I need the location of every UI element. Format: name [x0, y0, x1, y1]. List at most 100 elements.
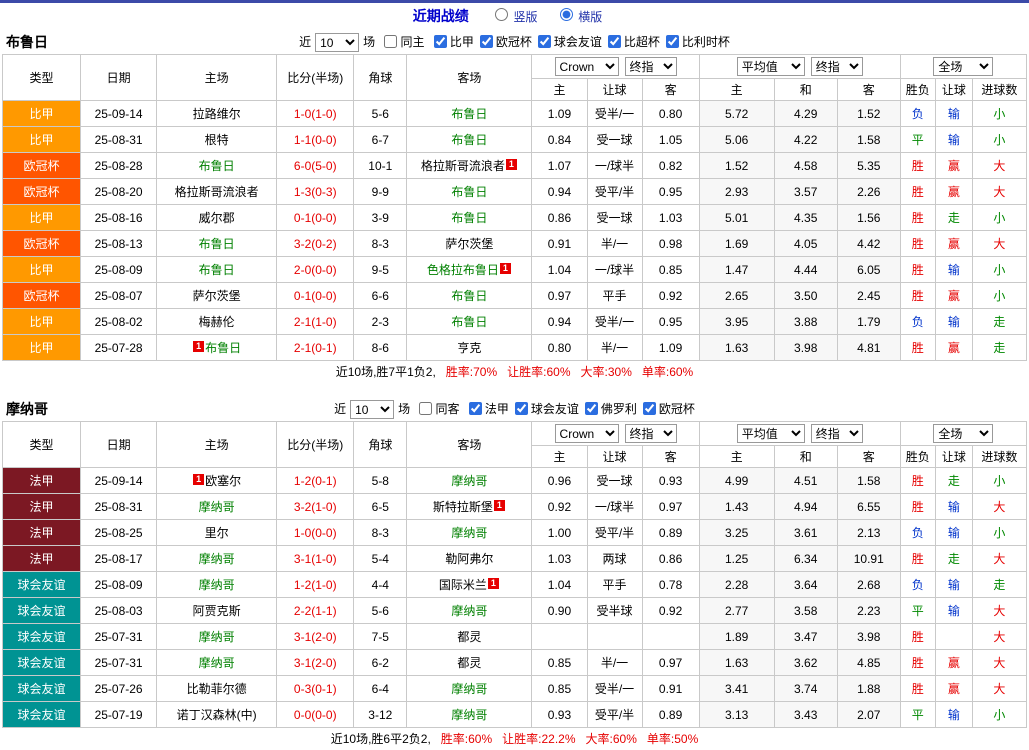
team-label: 布鲁日	[451, 289, 487, 303]
corner-cell: 5-4	[354, 546, 407, 572]
league-checkbox[interactable]	[608, 35, 621, 48]
euro-index-select[interactable]: 终指	[811, 57, 863, 76]
league-label: 球会友谊	[554, 35, 602, 49]
asian-handicap-line: 受平/半	[587, 702, 642, 728]
date-cell: 25-08-20	[81, 179, 157, 205]
home-team-cell: 摩纳哥	[157, 624, 277, 650]
handicap-result-cell: 赢	[935, 650, 972, 676]
asian-index-select[interactable]: 终指	[625, 424, 677, 443]
league-checkbox[interactable]	[480, 35, 493, 48]
result-cell: 胜	[900, 546, 935, 572]
league-checkbox[interactable]	[469, 402, 482, 415]
horizontal-layout-radio[interactable]	[560, 8, 573, 21]
asian-away-odds: 0.80	[642, 101, 699, 127]
horizontal-layout-label[interactable]: 横版	[578, 10, 602, 24]
team-label: 根特	[205, 133, 229, 147]
goals-result-cell: 小	[972, 205, 1026, 231]
euro-home-odds: 1.47	[699, 257, 774, 283]
league-checkbox[interactable]	[585, 402, 598, 415]
euro-away-odds: 6.05	[837, 257, 900, 283]
asian-index-select[interactable]: 终指	[625, 57, 677, 76]
league-type-badge: 球会友谊	[3, 702, 81, 728]
asian-home-odds: 1.03	[532, 546, 587, 572]
corner-cell: 6-6	[354, 283, 407, 309]
euro-avg-select[interactable]: 平均值	[737, 424, 805, 443]
team-label: 都灵	[457, 630, 481, 644]
date-cell: 25-08-16	[81, 205, 157, 231]
results-table: 类型 日期 主场 比分(半场) 角球 客场 Crown终指 平均值终指 全场 主…	[2, 421, 1027, 728]
league-checkbox[interactable]	[538, 35, 551, 48]
match-row: 球会友谊25-08-03阿贾克斯2-2(1-1)5-6摩纳哥0.90受半球0.9…	[3, 598, 1027, 624]
page-title: 近期战绩	[413, 8, 469, 24]
away-team-cell: 萨尔茨堡	[407, 231, 532, 257]
handicap-result-cell: 走	[935, 468, 972, 494]
corner-cell: 9-9	[354, 179, 407, 205]
corner-cell: 8-3	[354, 520, 407, 546]
col-euro-home: 主	[699, 446, 774, 468]
date-cell: 25-07-26	[81, 676, 157, 702]
games-label: 场	[363, 35, 375, 49]
vertical-layout-radio[interactable]	[495, 8, 508, 21]
asian-away-odds: 0.89	[642, 702, 699, 728]
league-checkbox[interactable]	[666, 35, 679, 48]
euro-avg-select[interactable]: 平均值	[737, 57, 805, 76]
asian-home-odds: 0.96	[532, 468, 587, 494]
goals-result-cell: 大	[972, 179, 1026, 205]
record-summary: 近10场,胜7平1负2,胜率:70%让胜率:60%大率:30%单率:60%	[0, 361, 1029, 383]
vertical-layout-label[interactable]: 竖版	[513, 10, 537, 24]
result-cell: 胜	[900, 624, 935, 650]
scope-select[interactable]: 全场	[933, 57, 993, 76]
team-label: 都灵	[457, 656, 481, 670]
league-type-badge: 法甲	[3, 546, 81, 572]
league-checkbox[interactable]	[643, 402, 656, 415]
euro-away-odds: 5.35	[837, 153, 900, 179]
handicap-result-cell: 输	[935, 309, 972, 335]
games-label: 场	[398, 402, 410, 416]
home-team-cell: 萨尔茨堡	[157, 283, 277, 309]
match-count-select[interactable]: 10	[350, 400, 394, 419]
asian-handicap-line: 半/一	[587, 335, 642, 361]
red-card-badge: 1	[488, 578, 499, 589]
date-cell: 25-08-07	[81, 283, 157, 309]
asian-handicap-line: 平手	[587, 283, 642, 309]
euro-home-odds: 1.43	[699, 494, 774, 520]
euro-home-odds: 3.25	[699, 520, 774, 546]
match-count-select[interactable]: 10	[315, 33, 359, 52]
bookmaker-select[interactable]: Crown	[555, 57, 619, 76]
summary-stat: 胜率:60%	[441, 732, 492, 746]
same-venue-label: 同客	[435, 402, 459, 416]
team-label: 摩纳哥	[451, 604, 487, 618]
same-venue-checkbox[interactable]	[384, 35, 397, 48]
goals-result-cell: 小	[972, 283, 1026, 309]
same-venue-checkbox[interactable]	[419, 402, 432, 415]
asian-home-odds: 0.93	[532, 702, 587, 728]
away-team-cell: 布鲁日	[407, 309, 532, 335]
asian-away-odds: 0.97	[642, 650, 699, 676]
away-team-cell: 摩纳哥	[407, 676, 532, 702]
handicap-result-cell: 输	[935, 572, 972, 598]
summary-stat: 单率:60%	[642, 365, 693, 379]
scope-select[interactable]: 全场	[933, 424, 993, 443]
league-type-badge: 欧冠杯	[3, 283, 81, 309]
team-label: 格拉斯哥流浪者	[175, 185, 259, 199]
col-type: 类型	[3, 55, 81, 101]
league-checkbox[interactable]	[434, 35, 447, 48]
asian-away-odds: 1.05	[642, 127, 699, 153]
euro-draw-odds: 3.50	[774, 283, 837, 309]
euro-away-odds: 1.58	[837, 468, 900, 494]
col-result: 胜负	[900, 79, 935, 101]
summary-stats: 胜率:70%让胜率:60%大率:30%单率:60%	[436, 365, 693, 379]
league-checkbox[interactable]	[515, 402, 528, 415]
team-name: 布鲁日	[6, 30, 48, 54]
summary-stat: 大率:60%	[586, 732, 637, 746]
asian-away-odds	[642, 624, 699, 650]
filter-bar: 近10场 同客 法甲球会友谊佛罗利欧冠杯	[0, 397, 1029, 421]
team-label: 摩纳哥	[199, 578, 235, 592]
bookmaker-select[interactable]: Crown	[555, 424, 619, 443]
league-type-badge: 比甲	[3, 335, 81, 361]
home-team-cell: 布鲁日	[157, 231, 277, 257]
euro-index-select[interactable]: 终指	[811, 424, 863, 443]
col-home: 主场	[157, 55, 277, 101]
col-asian-line: 让球	[587, 446, 642, 468]
red-card-badge: 1	[500, 263, 511, 274]
